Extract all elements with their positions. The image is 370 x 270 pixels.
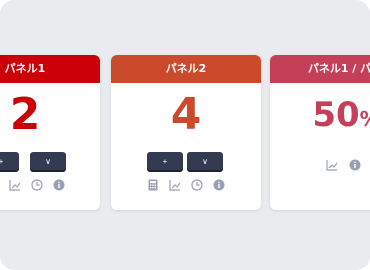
info-icon[interactable] [53,179,65,191]
panel-card-3-value-text: 50 [312,95,360,135]
panel-card-1-header: パネル1 [0,55,100,83]
panel-card-3-header: パネル1 / パネ [270,55,370,83]
dashboard-frame: パネル1 2 + ∨ パネル2 4 + ∨ パネル1 / パ 50 [0,0,370,270]
panel-card-3: パネル1 / パネ 50% [270,55,370,210]
panel-card-2-title: パネル2 [165,62,207,75]
info-icon[interactable] [349,159,361,171]
clock-icon[interactable] [31,179,43,191]
panel-card-2-header: パネル2 [111,55,261,83]
panel-card-2: パネル2 4 + ∨ [111,55,261,210]
clock-icon[interactable] [191,179,203,191]
line-chart-icon[interactable] [169,179,181,191]
panel-card-2-dropdown-button[interactable]: ∨ [187,152,223,170]
panel-card-3-title: パネル1 / パネ [307,62,370,75]
calculator-icon[interactable] [147,179,159,191]
panel-card-1-value-text: 2 [9,89,41,140]
line-chart-icon[interactable] [9,179,21,191]
panel-card-1-dropdown-button[interactable]: ∨ [30,152,66,170]
panel-card-2-value-text: 4 [170,89,202,140]
panel-card-3-value: 50% [270,85,370,145]
panel-card-2-add-button[interactable]: + [147,152,183,170]
panel-card-1-value: 2 [0,85,100,145]
panel-card-3-unit: % [360,107,370,131]
panel-card-1-add-button[interactable]: + [0,152,19,170]
line-chart-icon[interactable] [326,159,338,171]
panel-card-1: パネル1 2 + ∨ [0,55,100,210]
panel-card-2-value: 4 [111,85,261,145]
panel-card-1-title: パネル1 [4,62,46,75]
info-icon[interactable] [213,179,225,191]
